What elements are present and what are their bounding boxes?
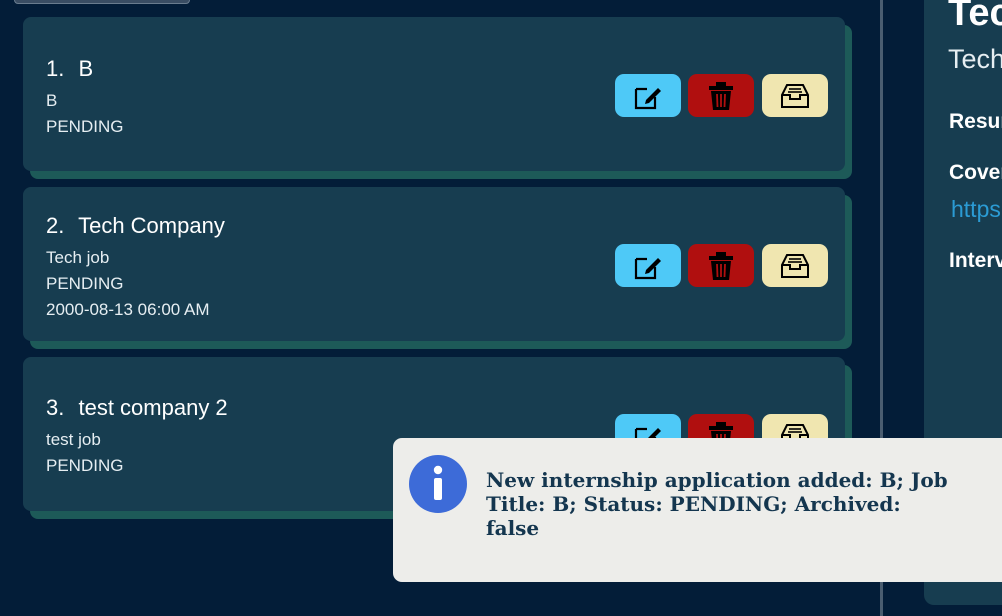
status-text: PENDING [46,117,124,136]
archive-button[interactable] [762,74,828,117]
company-name: Tech Company [78,213,225,238]
status-text: PENDING [46,274,124,293]
notification-toast[interactable]: New internship application added: B; Job… [393,438,1002,582]
resume-label: Resur [949,110,1002,133]
edit-icon [634,257,661,279]
archive-button[interactable] [762,244,828,287]
job-title: B [46,91,58,110]
top-tab[interactable] [14,0,190,4]
edit-button[interactable] [615,74,681,117]
detail-title: Tec [948,0,1002,34]
delete-button[interactable] [688,74,754,117]
job-title: Tech job [46,248,110,267]
edit-icon [634,87,661,109]
card-index: 1. [46,56,65,81]
trash-icon [709,251,733,280]
company-name: test company 2 [78,395,228,420]
card-index: 2. [46,213,65,238]
job-title: test job [46,430,101,449]
cover-letter-label: Cover [949,161,1002,184]
info-icon [409,455,467,513]
interview-label: Interv [949,249,1002,272]
archive-icon [781,83,809,108]
detail-subtitle: Tech [948,44,1002,74]
notification-message: New internship application added: B; Job… [486,468,948,540]
card-title: 2. Tech Company [46,213,225,239]
cover-letter-link[interactable]: https [951,196,1001,223]
app-window: 1. B B PENDING 2. Tech Company Tech job … [0,0,1002,616]
interview-datetime: 2000-08-13 06:00 AM [46,300,210,319]
delete-button[interactable] [688,244,754,287]
trash-icon [709,81,733,110]
edit-button[interactable] [615,244,681,287]
card-title: 1. B [46,56,93,82]
card-title: 3. test company 2 [46,395,228,421]
status-text: PENDING [46,456,124,475]
application-card-1[interactable]: 1. B B PENDING [23,17,845,171]
archive-icon [781,253,809,278]
card-index: 3. [46,395,65,420]
company-name: B [78,56,94,81]
application-card-2[interactable]: 2. Tech Company Tech job PENDING 2000-08… [23,187,845,341]
